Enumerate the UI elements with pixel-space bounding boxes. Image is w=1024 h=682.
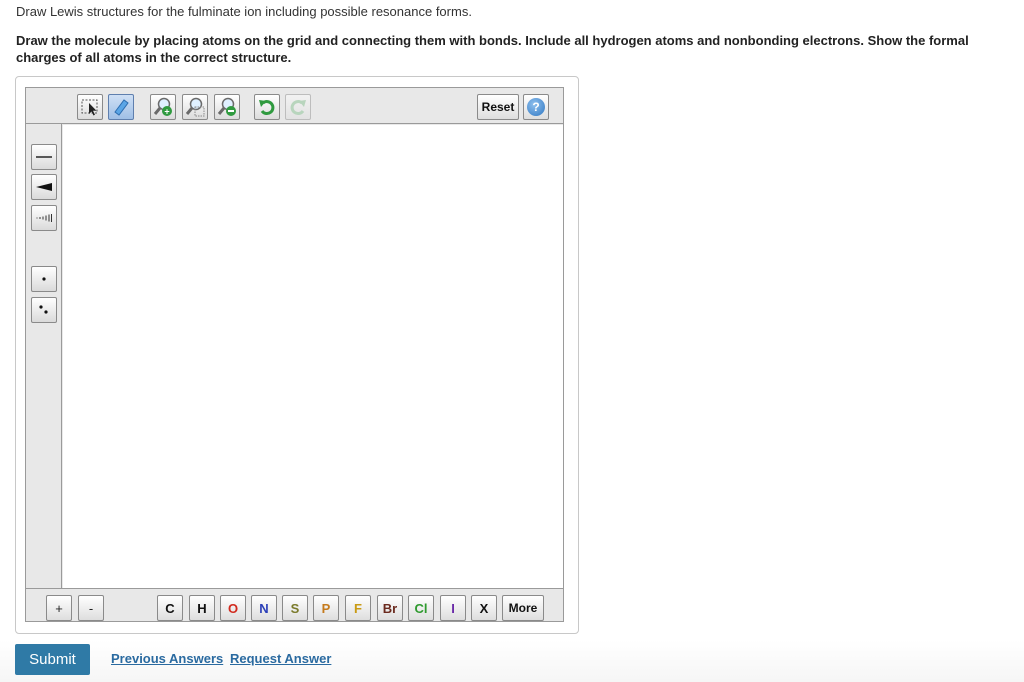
question-prompt: Draw Lewis structures for the fulminate … xyxy=(16,4,472,19)
lone-electron-button[interactable] xyxy=(31,266,57,292)
atom-o-button[interactable]: O xyxy=(220,595,246,621)
atom-i-button[interactable]: I xyxy=(440,595,466,621)
redo-button[interactable] xyxy=(285,94,311,120)
positive-charge-button[interactable]: + xyxy=(46,595,72,621)
atom-s-button[interactable]: S xyxy=(282,595,308,621)
single-bond-button[interactable] xyxy=(31,144,57,170)
single-bond-icon xyxy=(36,156,52,158)
wedge-bond-button[interactable] xyxy=(31,174,57,200)
atom-p-button[interactable]: P xyxy=(313,595,339,621)
lone-pair-button[interactable] xyxy=(31,297,57,323)
hashed-bond-button[interactable] xyxy=(31,205,57,231)
zoom-out-icon xyxy=(217,97,236,116)
atom-c-button[interactable]: C xyxy=(157,595,183,621)
atom-br-button[interactable]: Br xyxy=(377,595,403,621)
zoom-fit-button[interactable] xyxy=(182,94,208,120)
request-answer-link[interactable]: Request Answer xyxy=(230,651,331,666)
drawing-canvas[interactable] xyxy=(63,125,563,588)
select-tool-button[interactable] xyxy=(77,94,103,120)
more-atoms-button[interactable]: More xyxy=(502,595,544,621)
eraser-icon xyxy=(114,99,129,116)
negative-charge-button[interactable]: - xyxy=(78,595,104,621)
zoom-out-button[interactable] xyxy=(214,94,240,120)
question-instructions: Draw the molecule by placing atoms on th… xyxy=(16,33,969,65)
wedge-bond-icon xyxy=(36,183,52,191)
editor-toolbar: + Reset ? xyxy=(26,88,563,124)
atom-h-button[interactable]: H xyxy=(189,595,215,621)
submit-button[interactable]: Submit xyxy=(15,644,90,675)
previous-answers-link[interactable]: Previous Answers xyxy=(111,651,223,666)
atom-x-button[interactable]: X xyxy=(471,595,497,621)
zoom-in-button[interactable]: + xyxy=(150,94,176,120)
atom-f-button[interactable]: F xyxy=(345,595,371,621)
eraser-tool-button[interactable] xyxy=(108,94,134,120)
select-icon xyxy=(81,99,98,116)
svg-text:+: + xyxy=(164,107,169,117)
atom-cl-button[interactable]: Cl xyxy=(408,595,434,621)
molecule-editor: + Reset ? + - C H O N S P F Br Cl I X Mo… xyxy=(25,87,564,622)
undo-icon xyxy=(259,100,275,116)
redo-icon xyxy=(290,100,306,116)
hashed-bond-icon xyxy=(36,214,52,222)
help-icon: ? xyxy=(527,98,545,116)
atom-n-button[interactable]: N xyxy=(251,595,277,621)
zoom-in-icon: + xyxy=(153,97,172,117)
undo-button[interactable] xyxy=(254,94,280,120)
lone-pair-icon xyxy=(39,305,48,314)
lone-electron-icon xyxy=(42,277,46,281)
help-button[interactable]: ? xyxy=(523,94,549,120)
atom-toolbar: + - C H O N S P F Br Cl I X More xyxy=(26,588,563,621)
bond-tools-sidebar xyxy=(26,124,62,588)
reset-button[interactable]: Reset xyxy=(477,94,519,120)
zoom-fit-icon xyxy=(185,97,205,117)
